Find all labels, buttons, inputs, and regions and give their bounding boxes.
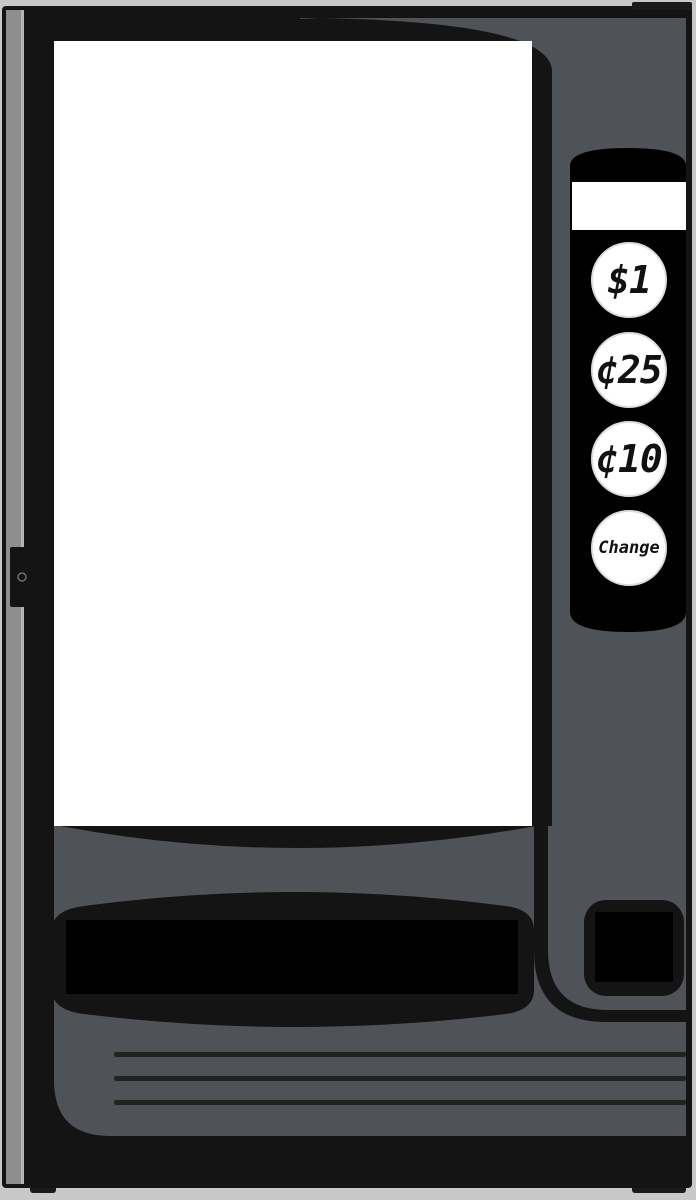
insert-dollar-button[interactable]: $1 <box>591 242 667 318</box>
top-cap <box>632 2 692 10</box>
vending-machine: $1 ¢25 ¢10 Change <box>0 0 696 1200</box>
vent-line-2 <box>114 1076 686 1081</box>
vent-line-1 <box>114 1052 686 1057</box>
door-lock[interactable] <box>10 547 26 607</box>
change-button[interactable]: Change <box>591 510 667 586</box>
product-window <box>54 41 532 826</box>
vent-line-3 <box>114 1100 686 1105</box>
insert-dime-button[interactable]: ¢10 <box>591 421 667 497</box>
coin-return-slot[interactable] <box>595 912 673 982</box>
product-pickup-slot[interactable] <box>66 920 518 994</box>
insert-quarter-button[interactable]: ¢25 <box>591 332 667 408</box>
credit-display <box>572 182 686 230</box>
